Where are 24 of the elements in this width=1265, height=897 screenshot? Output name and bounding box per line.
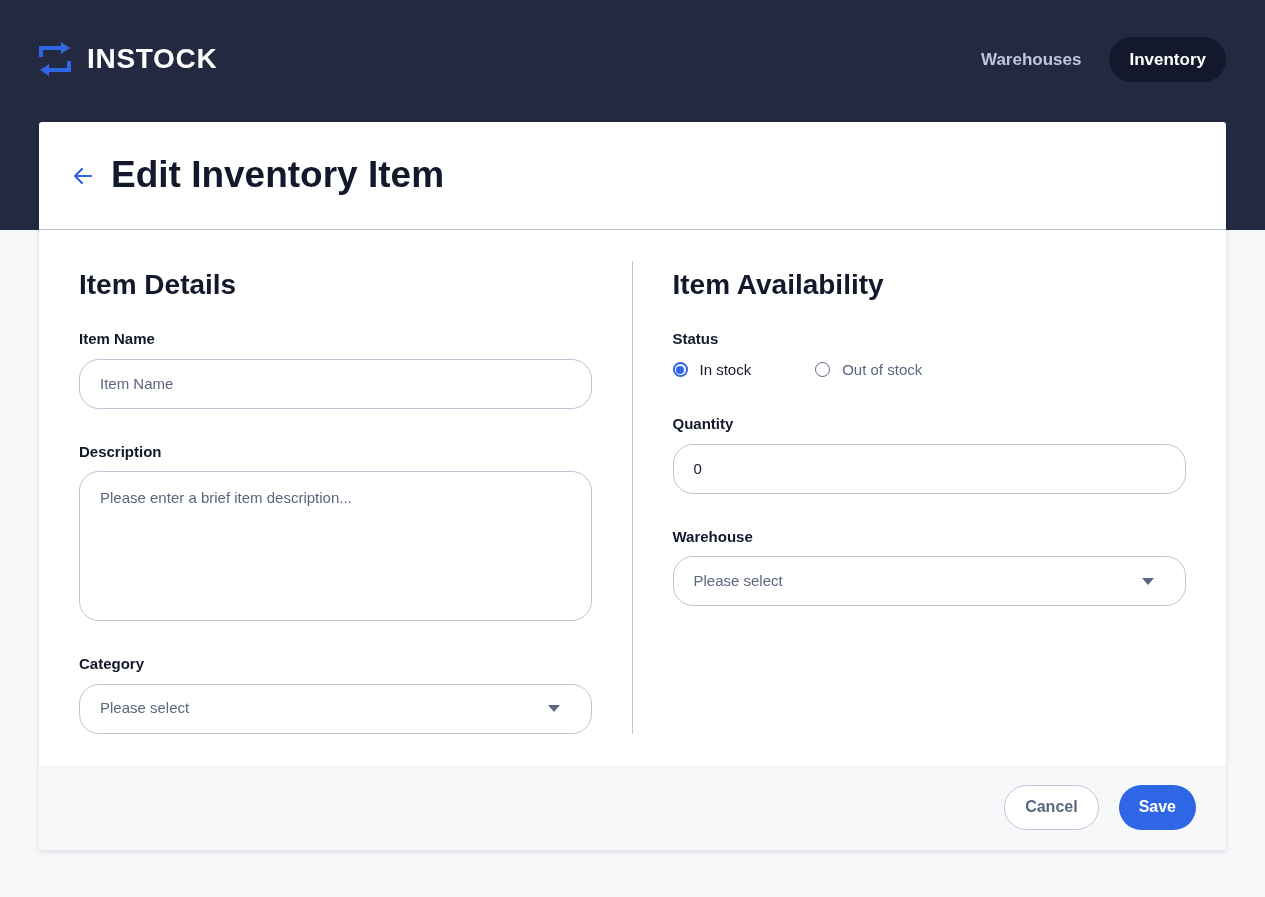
textarea-field[interactable]: Please enter a brief item description... <box>79 471 592 621</box>
nav-tab[interactable]: Inventory <box>1109 37 1226 82</box>
caret-icon <box>1142 577 1154 585</box>
field-label: Item Name <box>79 329 156 349</box>
section-heading: Item Availability <box>672 268 885 302</box>
nav-tab[interactable]: Warehouses <box>961 37 1102 82</box>
field-label: Category <box>79 654 146 674</box>
page-title: Edit Inventory Item <box>111 152 445 197</box>
field-label: Warehouse <box>672 526 754 547</box>
cancel-button[interactable]: Cancel <box>1004 784 1099 830</box>
save-button[interactable]: Save <box>1118 784 1196 830</box>
input-field[interactable]: 0 <box>672 443 1186 494</box>
select-dropdown[interactable]: Please select <box>79 683 592 734</box>
field-label: Quantity <box>672 414 735 434</box>
caret-icon <box>547 705 560 712</box>
select-dropdown[interactable]: Please select <box>672 556 1186 606</box>
field-label: Status <box>672 329 720 349</box>
radio-option[interactable]: Out of stock <box>815 358 923 381</box>
logo-icon <box>39 42 71 76</box>
logo-text: INSTOCK <box>87 42 218 76</box>
section-heading: Item Details <box>79 268 238 302</box>
input-field[interactable]: Item Name <box>79 358 592 409</box>
radio-option[interactable]: In stock <box>672 358 752 381</box>
field-label: Description <box>79 441 163 462</box>
